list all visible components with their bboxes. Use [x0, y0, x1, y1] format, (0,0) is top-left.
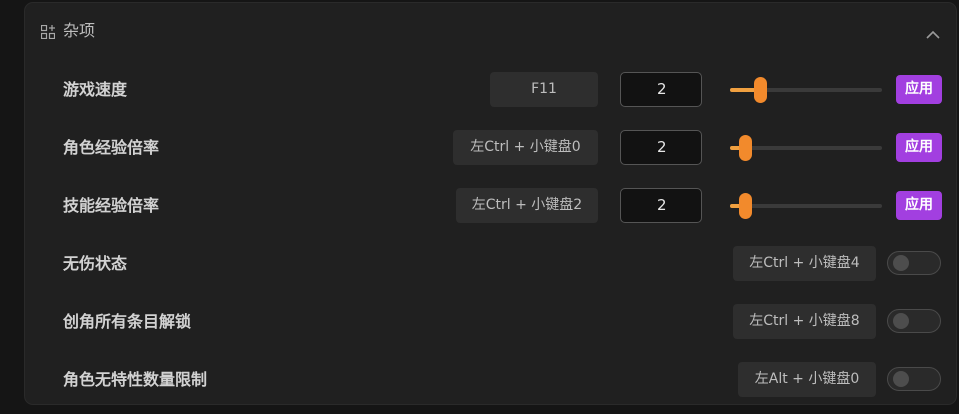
- row-character-exp-rate: 角色经验倍率 左Ctrl + 小键盘0 2 应用: [25, 128, 956, 168]
- hotkey-button[interactable]: 左Ctrl + 小键盘0: [453, 130, 598, 165]
- hotkey-button[interactable]: 左Alt + 小键盘0: [738, 362, 876, 397]
- row-game-speed: 游戏速度 F11 2 应用: [25, 70, 956, 110]
- slider-thumb[interactable]: [739, 135, 752, 161]
- toggle-switch[interactable]: [887, 309, 941, 333]
- toggle-knob: [893, 313, 909, 329]
- row-label: 角色无特性数量限制: [63, 370, 208, 389]
- value-slider[interactable]: [730, 135, 882, 161]
- row-invincible: 无伤状态 左Ctrl + 小键盘4: [25, 244, 956, 284]
- value-slider[interactable]: [730, 77, 882, 103]
- hotkey-button[interactable]: F11: [490, 72, 598, 107]
- row-label: 角色经验倍率: [63, 138, 160, 157]
- slider-thumb[interactable]: [739, 193, 752, 219]
- row-skill-exp-rate: 技能经验倍率 左Ctrl + 小键盘2 2 应用: [25, 186, 956, 226]
- toggle-switch[interactable]: [887, 251, 941, 275]
- row-label: 技能经验倍率: [63, 196, 160, 215]
- toggle-knob: [893, 255, 909, 271]
- hotkey-button[interactable]: 左Ctrl + 小键盘2: [456, 188, 598, 223]
- section-header[interactable]: 杂项: [25, 3, 956, 59]
- row-label: 无伤状态: [63, 254, 128, 273]
- value-input[interactable]: 2: [620, 130, 702, 165]
- app-window: 杂项 游戏速度 F11 2 应用 角色经验倍率 左Ctrl + 小键盘0 2 应…: [0, 0, 959, 414]
- row-label: 游戏速度: [63, 80, 128, 99]
- toggle-knob: [893, 371, 909, 387]
- value-slider[interactable]: [730, 193, 882, 219]
- hotkey-button[interactable]: 左Ctrl + 小键盘4: [733, 246, 876, 281]
- row-no-trait-limit: 角色无特性数量限制 左Alt + 小键盘0: [25, 360, 956, 400]
- apply-button[interactable]: 应用: [896, 191, 942, 220]
- section-title: 杂项: [63, 21, 96, 40]
- row-label: 创角所有条目解锁: [63, 312, 192, 331]
- toggle-switch[interactable]: [887, 367, 941, 391]
- misc-section-panel: 杂项 游戏速度 F11 2 应用 角色经验倍率 左Ctrl + 小键盘0 2 应…: [24, 2, 957, 405]
- slider-thumb[interactable]: [754, 77, 767, 103]
- hotkey-button[interactable]: 左Ctrl + 小键盘8: [733, 304, 876, 339]
- value-input[interactable]: 2: [620, 188, 702, 223]
- row-unlock-creation-entries: 创角所有条目解锁 左Ctrl + 小键盘8: [25, 302, 956, 342]
- chevron-up-icon[interactable]: [926, 25, 940, 39]
- apply-button[interactable]: 应用: [896, 75, 942, 104]
- grid-plus-icon: [40, 24, 56, 40]
- apply-button[interactable]: 应用: [896, 133, 942, 162]
- value-input[interactable]: 2: [620, 72, 702, 107]
